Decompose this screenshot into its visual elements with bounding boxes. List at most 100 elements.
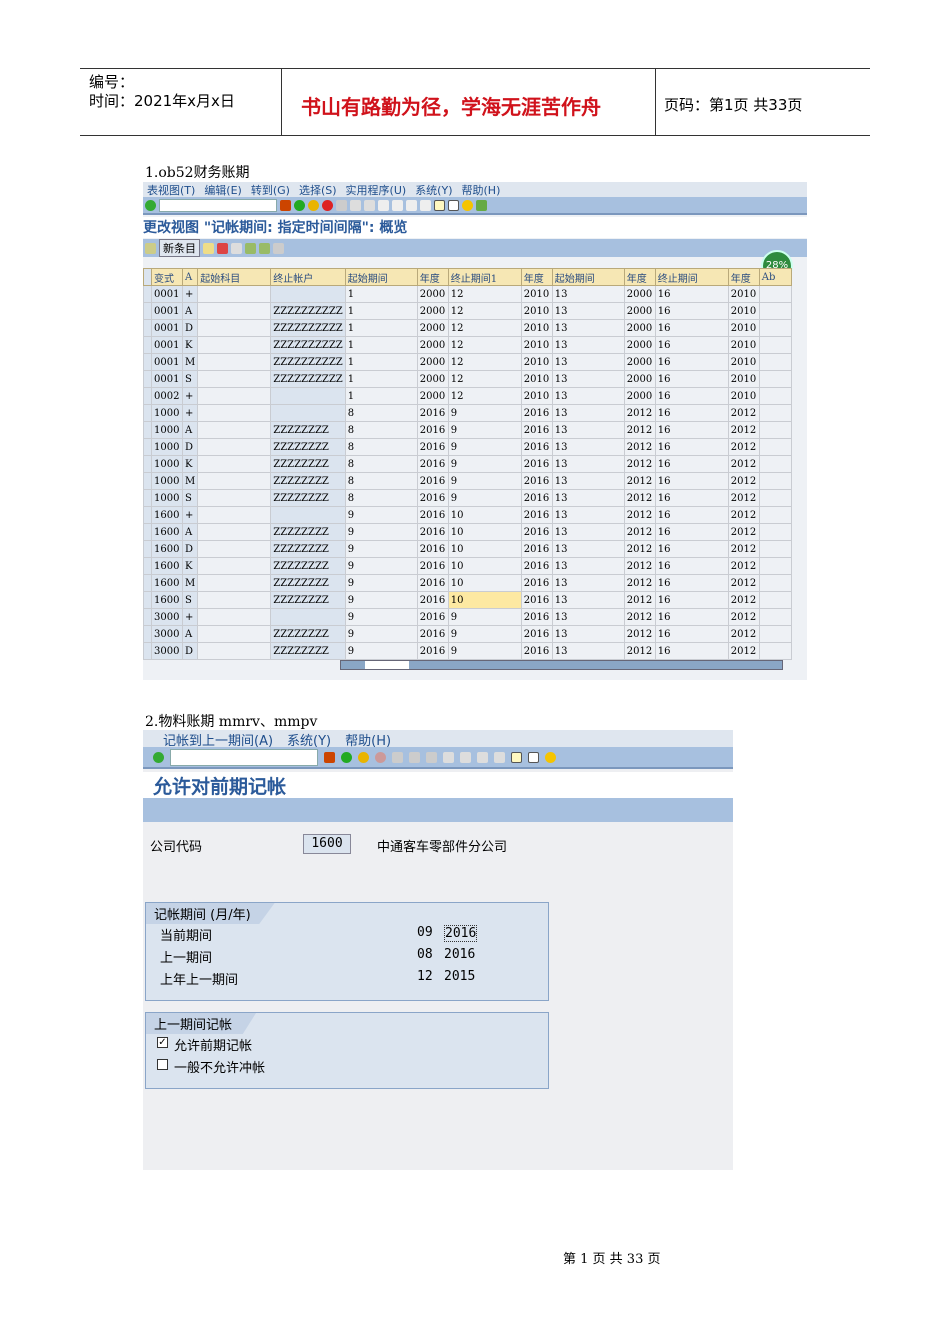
column-header[interactable]: 起始期间: [344, 268, 418, 286]
undo-icon[interactable]: [231, 242, 242, 254]
table-cell[interactable]: 13: [551, 625, 625, 643]
table-cell[interactable]: 8: [344, 472, 418, 490]
table-cell[interactable]: [197, 319, 272, 337]
table-cell[interactable]: 13: [551, 455, 625, 473]
table-cell[interactable]: [197, 438, 272, 456]
last-page-icon[interactable]: [420, 199, 431, 211]
column-header[interactable]: 终止期间: [654, 268, 729, 286]
table-cell[interactable]: [758, 353, 792, 371]
table-cell[interactable]: [197, 608, 272, 626]
table-cell[interactable]: [197, 506, 272, 524]
table-cell[interactable]: 1: [344, 387, 418, 405]
exit-icon[interactable]: [308, 199, 319, 211]
table-cell[interactable]: 12: [447, 387, 522, 405]
table-cell[interactable]: 2000: [623, 353, 656, 371]
menu-item[interactable]: 编辑(E): [204, 184, 242, 197]
table-cell[interactable]: 2012: [623, 506, 656, 524]
save-icon[interactable]: [324, 751, 335, 763]
table-cell[interactable]: [197, 625, 272, 643]
table-cell[interactable]: [758, 472, 792, 490]
table-cell[interactable]: 16: [654, 523, 729, 541]
table-cell[interactable]: 9: [447, 438, 522, 456]
table-cell[interactable]: 2016: [520, 557, 553, 575]
table-cell[interactable]: 9: [344, 506, 418, 524]
row-selector[interactable]: [143, 455, 152, 473]
table-cell[interactable]: 2012: [727, 591, 760, 609]
table-cell[interactable]: 13: [551, 557, 625, 575]
row-selector[interactable]: [143, 591, 152, 609]
table-cell[interactable]: [270, 404, 346, 422]
table-cell[interactable]: 2010: [727, 319, 760, 337]
table-cell[interactable]: ZZZZZZZZ: [270, 455, 346, 473]
edit-icon[interactable]: [145, 242, 156, 254]
next-page-icon[interactable]: [477, 751, 488, 763]
table-cell[interactable]: 2012: [727, 540, 760, 558]
table-cell[interactable]: 2010: [520, 285, 553, 303]
table-cell[interactable]: 2016: [416, 574, 449, 592]
table-cell[interactable]: 2012: [623, 404, 656, 422]
find-next-icon[interactable]: [426, 751, 437, 763]
column-header[interactable]: 年度: [416, 268, 449, 286]
table-cell[interactable]: [197, 302, 272, 320]
deselect-all-icon[interactable]: [273, 242, 284, 254]
table-cell[interactable]: [197, 353, 272, 371]
table-cell[interactable]: 8: [344, 455, 418, 473]
table-cell[interactable]: ZZZZZZZZZZ: [270, 302, 346, 320]
checkbox[interactable]: ✓: [157, 1037, 168, 1048]
delete-icon[interactable]: [217, 242, 228, 254]
table-cell[interactable]: 2016: [416, 404, 449, 422]
menu-item[interactable]: 选择(S): [299, 184, 337, 197]
table-cell[interactable]: 2016: [520, 642, 553, 660]
table-cell[interactable]: [758, 574, 792, 592]
print-icon[interactable]: [392, 751, 403, 763]
menu-item[interactable]: 实用程序(U): [346, 184, 407, 197]
column-header[interactable]: 终止期间1: [447, 268, 522, 286]
table-cell[interactable]: 16: [654, 370, 729, 388]
table-cell[interactable]: 9: [447, 472, 522, 490]
table-cell[interactable]: 2000: [623, 302, 656, 320]
table-cell[interactable]: 2012: [727, 421, 760, 439]
table-cell[interactable]: 10: [447, 540, 522, 558]
table-cell[interactable]: 2012: [727, 472, 760, 490]
back-icon[interactable]: [294, 199, 305, 211]
table-cell[interactable]: [197, 472, 272, 490]
table-cell[interactable]: 2000: [623, 336, 656, 354]
table-cell[interactable]: 16: [654, 302, 729, 320]
table-cell[interactable]: 13: [551, 319, 625, 337]
table-cell[interactable]: ZZZZZZZZ: [270, 574, 346, 592]
table-cell[interactable]: 13: [551, 404, 625, 422]
table-cell[interactable]: [758, 642, 792, 660]
table-cell[interactable]: 2016: [416, 625, 449, 643]
table-cell[interactable]: [197, 489, 272, 507]
table-cell[interactable]: 16: [654, 404, 729, 422]
table-cell[interactable]: 10: [447, 523, 522, 541]
table-cell[interactable]: 2010: [520, 387, 553, 405]
column-header[interactable]: A: [181, 268, 199, 286]
table-cell[interactable]: 13: [551, 336, 625, 354]
table-cell[interactable]: 2012: [727, 506, 760, 524]
table-cell[interactable]: 2000: [623, 387, 656, 405]
row-selector[interactable]: [143, 625, 152, 643]
table-cell[interactable]: 13: [551, 574, 625, 592]
company-code-field[interactable]: 1600: [303, 834, 351, 854]
table-cell[interactable]: 2000: [416, 353, 449, 371]
row-selector[interactable]: [143, 438, 152, 456]
column-header[interactable]: 起始科目: [197, 268, 272, 286]
row-selector[interactable]: [143, 489, 152, 507]
select-block-icon[interactable]: [259, 242, 270, 254]
table-cell[interactable]: 2016: [416, 421, 449, 439]
row-selector[interactable]: [143, 642, 152, 660]
table-cell[interactable]: 2012: [727, 625, 760, 643]
new-session-icon[interactable]: [434, 199, 445, 211]
select-all-icon[interactable]: [245, 242, 256, 254]
table-cell[interactable]: [758, 625, 792, 643]
table-cell[interactable]: 2010: [520, 353, 553, 371]
table-cell[interactable]: 2000: [416, 302, 449, 320]
table-cell[interactable]: 2012: [727, 523, 760, 541]
row-selector[interactable]: [143, 574, 152, 592]
table-cell[interactable]: 2012: [727, 557, 760, 575]
table-cell[interactable]: 10: [447, 574, 522, 592]
table-cell[interactable]: [197, 523, 272, 541]
table-cell[interactable]: [758, 319, 792, 337]
table-cell[interactable]: 10: [447, 506, 522, 524]
